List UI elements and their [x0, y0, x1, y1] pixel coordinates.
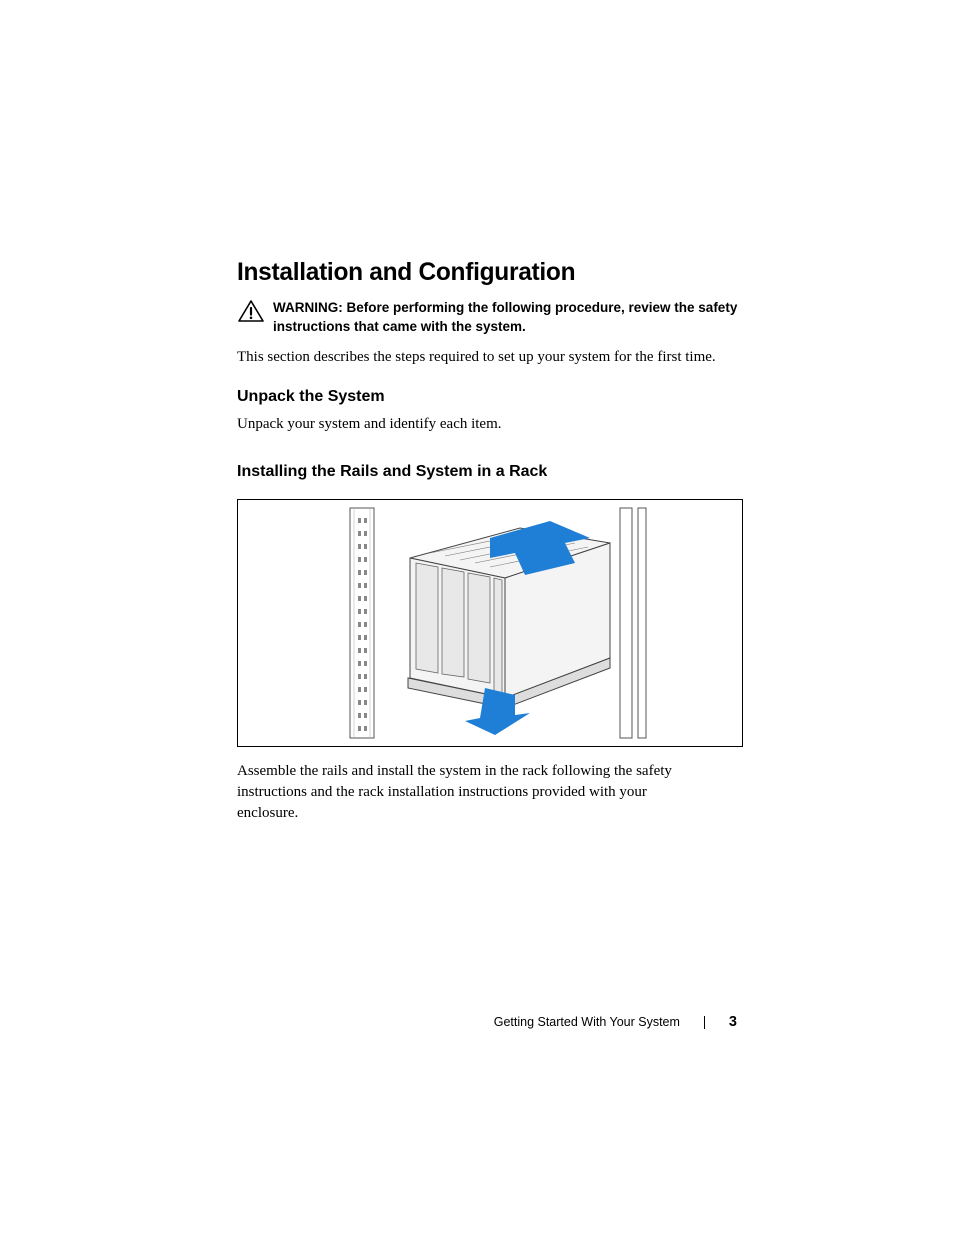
warning-icon: [237, 299, 265, 323]
warning-text: WARNING: Before performing the following…: [273, 299, 749, 337]
figure-box: [237, 499, 743, 747]
page-content: Installation and Configuration WARNING: …: [237, 258, 749, 824]
section1-body: Unpack your system and identify each ite…: [237, 414, 749, 435]
warning-body: Before performing the following procedur…: [273, 300, 737, 334]
footer-divider: [704, 1016, 705, 1029]
rack-illustration: [330, 503, 650, 743]
section1-heading: Unpack the System: [237, 388, 749, 406]
footer-page-number: 3: [729, 1014, 737, 1030]
page-footer: Getting Started With Your System 3: [494, 1014, 737, 1030]
warning-label: WARNING:: [273, 300, 343, 315]
main-heading: Installation and Configuration: [237, 258, 739, 287]
section2-heading: Installing the Rails and System in a Rac…: [237, 463, 749, 481]
footer-section-title: Getting Started With Your System: [494, 1015, 680, 1029]
warning-block: WARNING: Before performing the following…: [237, 299, 749, 337]
intro-text: This section describes the steps require…: [237, 347, 749, 368]
section2-body: Assemble the rails and install the syste…: [237, 761, 672, 824]
